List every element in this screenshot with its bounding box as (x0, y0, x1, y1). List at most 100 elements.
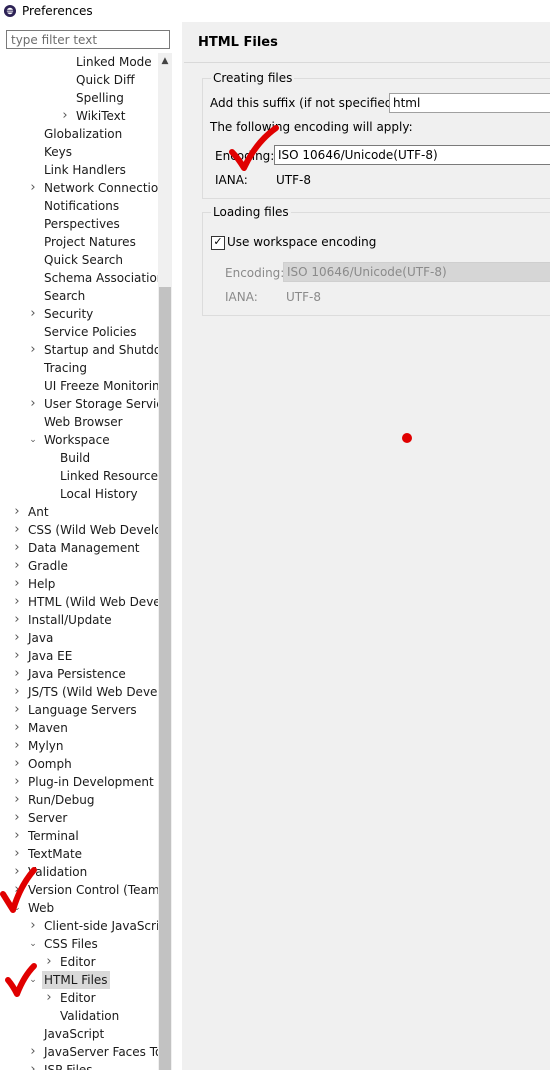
tree-item[interactable]: › Startup and Shutdown (0, 341, 158, 359)
chevron-right-icon[interactable]: › (28, 179, 38, 197)
tree-item[interactable]: › Gradle (0, 557, 158, 575)
tree-item[interactable]: JavaScript (0, 1025, 158, 1043)
tree-item[interactable]: › Language Servers (0, 701, 158, 719)
tree-item[interactable]: › Server (0, 809, 158, 827)
chevron-right-icon[interactable]: › (12, 701, 22, 719)
chevron-right-icon[interactable]: › (28, 1061, 38, 1070)
chevron-right-icon[interactable]: › (12, 629, 22, 647)
chevron-right-icon[interactable]: › (12, 773, 22, 791)
tree-item[interactable]: Schema Associations (0, 269, 158, 287)
tree-item[interactable]: › Run/Debug (0, 791, 158, 809)
chevron-right-icon[interactable]: › (12, 665, 22, 683)
chevron-right-icon[interactable]: › (28, 305, 38, 323)
chevron-right-icon[interactable]: › (12, 737, 22, 755)
tree-item[interactable]: Service Policies (0, 323, 158, 341)
tree-item[interactable]: Perspectives (0, 215, 158, 233)
tree-item-label: Spelling (76, 91, 124, 105)
tree-item[interactable]: › CSS (Wild Web Developer) (0, 521, 158, 539)
chevron-right-icon[interactable]: › (12, 521, 22, 539)
window-title: Preferences (22, 4, 93, 18)
chevron-right-icon[interactable]: › (12, 827, 22, 845)
tree-item[interactable]: › Data Management (0, 539, 158, 557)
creating-encoding-select[interactable]: ISO 10646/Unicode(UTF-8) (274, 145, 550, 165)
scroll-up-icon[interactable]: ▲ (158, 53, 172, 69)
tree-item[interactable]: Search (0, 287, 158, 305)
loading-encoding-select: ISO 10646/Unicode(UTF-8) (283, 262, 550, 282)
tree-item[interactable]: Local History (0, 485, 158, 503)
chevron-right-icon[interactable]: › (12, 593, 22, 611)
chevron-right-icon[interactable]: › (12, 503, 22, 521)
tree-item[interactable]: › TextMate (0, 845, 158, 863)
chevron-right-icon[interactable]: › (12, 845, 22, 863)
tree-item[interactable]: › Security (0, 305, 158, 323)
chevron-down-icon[interactable]: ⌄ (28, 935, 38, 953)
tree-item[interactable]: › Install/Update (0, 611, 158, 629)
tree-item[interactable]: Build (0, 449, 158, 467)
chevron-down-icon[interactable]: ⌄ (28, 431, 38, 449)
filter-input[interactable] (6, 30, 170, 49)
tree-item[interactable]: Linked Mode (0, 53, 158, 71)
tree-item[interactable]: › Java Persistence (0, 665, 158, 683)
chevron-right-icon[interactable]: › (12, 755, 22, 773)
tree-item[interactable]: › User Storage Service (0, 395, 158, 413)
tree-item-label: CSS (Wild Web Developer) (28, 523, 158, 537)
tree-item[interactable]: › Maven (0, 719, 158, 737)
tree-item[interactable]: Link Handlers (0, 161, 158, 179)
tree-item[interactable]: Validation (0, 1007, 158, 1025)
tree-item[interactable]: › Network Connections (0, 179, 158, 197)
tree-item[interactable]: › Plug-in Development (0, 773, 158, 791)
chevron-right-icon[interactable]: › (12, 539, 22, 557)
tree-item-label: Maven (28, 721, 68, 735)
chevron-right-icon[interactable]: › (12, 575, 22, 593)
tree-item[interactable]: Notifications (0, 197, 158, 215)
tree-item[interactable]: UI Freeze Monitoring (0, 377, 158, 395)
chevron-right-icon[interactable]: › (60, 107, 70, 125)
chevron-right-icon[interactable]: › (28, 341, 38, 359)
chevron-right-icon[interactable]: › (12, 557, 22, 575)
tree-item[interactable]: Quick Diff (0, 71, 158, 89)
tree-item[interactable]: › WikiText (0, 107, 158, 125)
use-workspace-encoding-label[interactable]: Use workspace encoding (227, 234, 376, 250)
use-workspace-encoding-checkbox[interactable]: ✓ (211, 235, 225, 250)
tree-item[interactable]: Web Browser (0, 413, 158, 431)
tree-item[interactable]: › Help (0, 575, 158, 593)
tree-item[interactable]: Keys (0, 143, 158, 161)
chevron-right-icon[interactable]: › (12, 611, 22, 629)
tree-item[interactable]: Linked Resources (0, 467, 158, 485)
chevron-right-icon[interactable]: › (12, 647, 22, 665)
chevron-right-icon[interactable]: › (12, 809, 22, 827)
chevron-right-icon[interactable]: › (28, 395, 38, 413)
tree-item-label: Startup and Shutdown (44, 343, 158, 357)
tree-item[interactable]: Quick Search (0, 251, 158, 269)
tree-item[interactable]: › Client-side JavaScript (0, 917, 158, 935)
tree-item[interactable]: › Oomph (0, 755, 158, 773)
tree-item[interactable]: › JSP Files (0, 1061, 158, 1070)
chevron-right-icon[interactable]: › (28, 1043, 38, 1061)
tree-item[interactable]: Project Natures (0, 233, 158, 251)
tree-item[interactable]: ⌄ CSS Files (0, 935, 158, 953)
chevron-right-icon[interactable]: › (12, 683, 22, 701)
tree-item[interactable]: › Mylyn (0, 737, 158, 755)
tree-item[interactable]: › Java (0, 629, 158, 647)
suffix-input[interactable]: html (389, 93, 550, 113)
tree-scrollbar[interactable]: ▲ (158, 53, 172, 1070)
tree-item[interactable]: Globalization (0, 125, 158, 143)
scrollbar-thumb[interactable] (159, 287, 171, 1070)
eclipse-icon (4, 5, 16, 17)
chevron-right-icon[interactable]: › (12, 719, 22, 737)
tree-item[interactable]: Tracing (0, 359, 158, 377)
chevron-right-icon[interactable]: › (28, 917, 38, 935)
tree-item[interactable]: › Java EE (0, 647, 158, 665)
tree-item[interactable]: › JavaServer Faces Tools (0, 1043, 158, 1061)
chevron-right-icon[interactable]: › (44, 953, 54, 971)
tree-item[interactable]: › HTML (Wild Web Developer) (0, 593, 158, 611)
tree-item[interactable]: › JS/TS (Wild Web Developer) (0, 683, 158, 701)
tree-item[interactable]: › Terminal (0, 827, 158, 845)
chevron-right-icon[interactable]: › (44, 989, 54, 1007)
title-bar: Preferences (0, 0, 550, 22)
tree-item-label: Data Management (28, 541, 140, 555)
tree-item[interactable]: › Ant (0, 503, 158, 521)
tree-item[interactable]: Spelling (0, 89, 158, 107)
tree-item[interactable]: ⌄ Workspace (0, 431, 158, 449)
chevron-right-icon[interactable]: › (12, 791, 22, 809)
